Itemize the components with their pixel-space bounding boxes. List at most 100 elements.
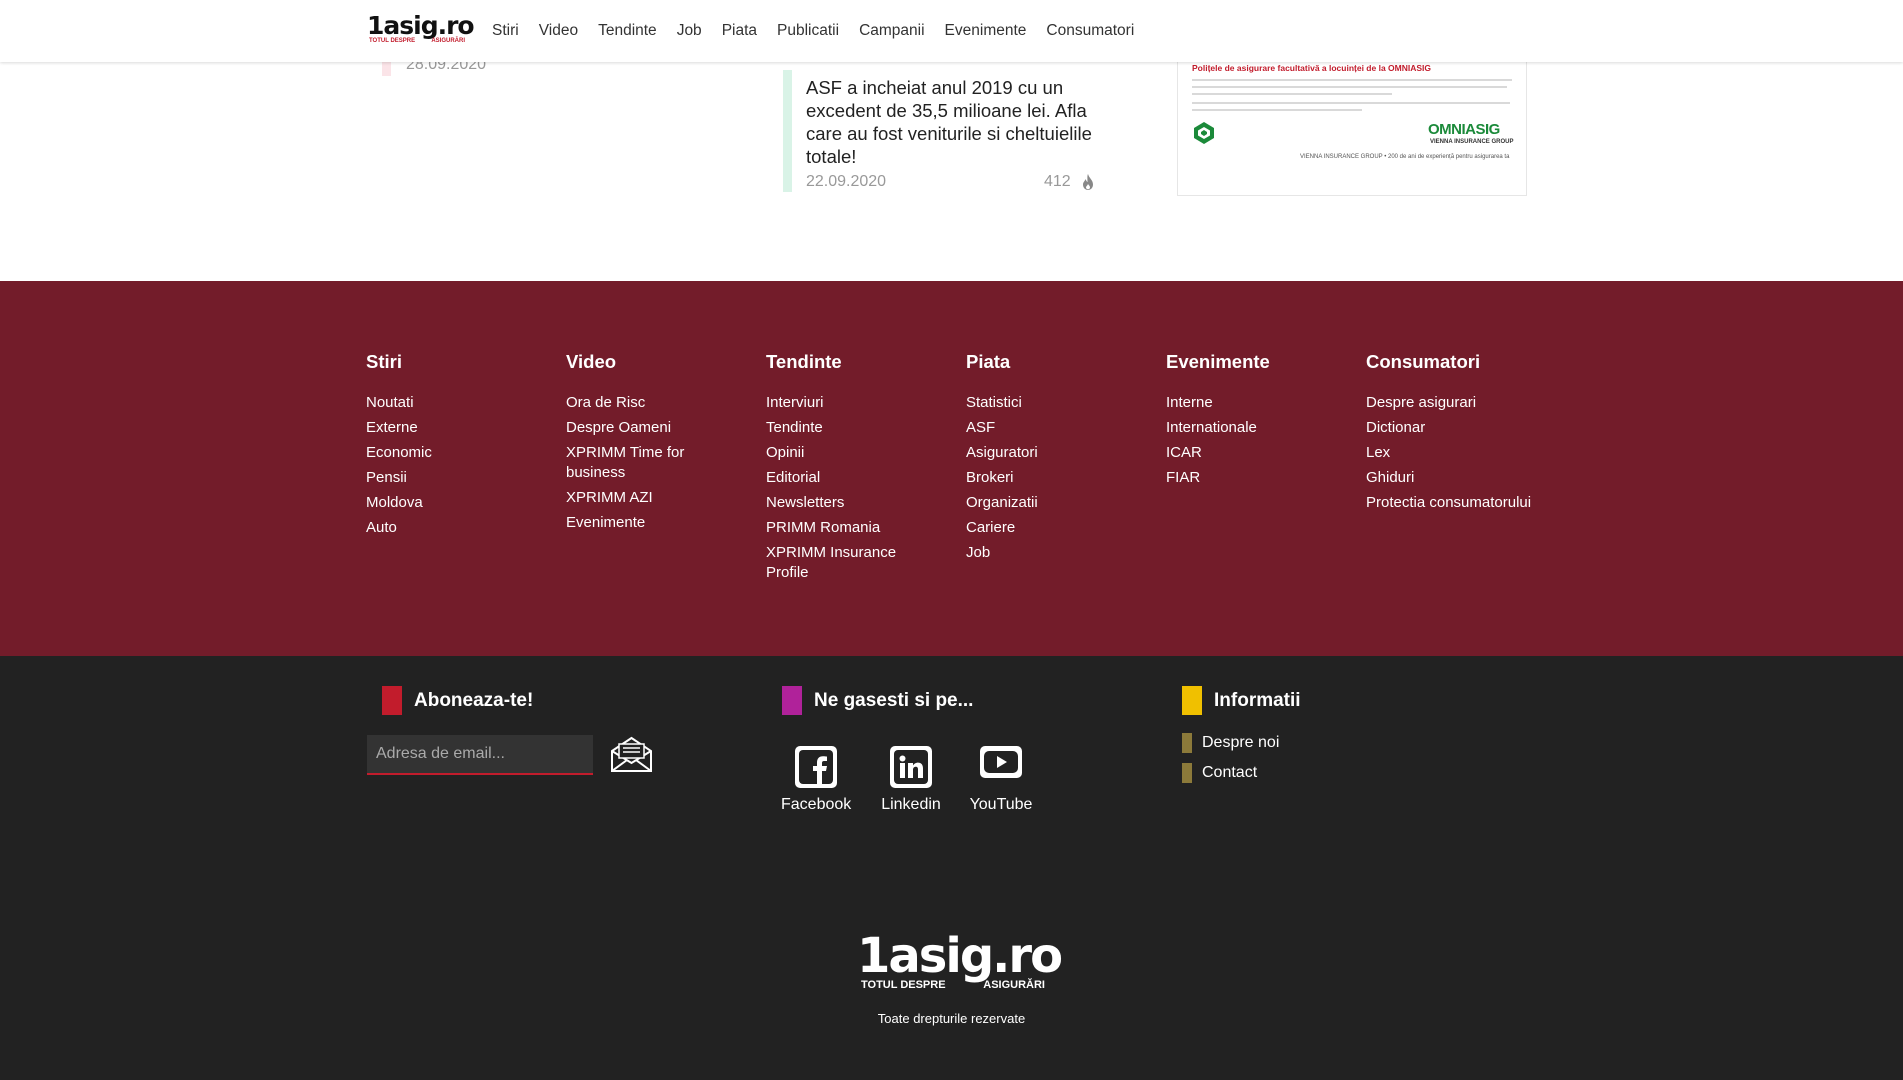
footer-link[interactable]: ICAR xyxy=(1166,443,1326,463)
footer-link[interactable]: Evenimente xyxy=(566,513,701,533)
advertisement-banner[interactable]: Polițele de asigurare facultativă a locu… xyxy=(1177,58,1527,196)
footer-link[interactable]: Editorial xyxy=(766,468,906,488)
nav-piata[interactable]: Piata xyxy=(722,21,757,41)
footer-link[interactable]: Statistici xyxy=(966,393,1126,413)
footer-link[interactable]: Interne xyxy=(1166,393,1326,413)
footer-column-title[interactable]: Consumatori xyxy=(1366,351,1556,373)
footer-logo-tagline-right: ASIGURĂRI xyxy=(983,979,1045,991)
footer-link[interactable]: PRIMM Romania xyxy=(766,518,906,538)
footer-link[interactable]: FIAR xyxy=(1166,468,1326,488)
nav-tendinte[interactable]: Tendinte xyxy=(598,21,657,41)
facebook-label: Facebook xyxy=(781,796,852,813)
article-views: 412 xyxy=(1044,173,1071,190)
logo-text: 1asig.ro xyxy=(367,11,475,40)
nav-consumatori[interactable]: Consumatori xyxy=(1046,21,1134,41)
footer-link[interactable]: Internationale xyxy=(1166,418,1326,438)
footer-link[interactable]: Lex xyxy=(1366,443,1556,463)
footer-column-title[interactable]: Tendinte xyxy=(766,351,906,373)
envelope-send-icon[interactable] xyxy=(609,735,654,773)
info-link-label: Contact xyxy=(1202,764,1258,781)
site-logo[interactable]: 1asig.ro TOTUL DESPRE ASIGURĂRI xyxy=(367,11,475,47)
footer-link[interactable]: Opinii xyxy=(766,443,906,463)
footer-column-video: Video Ora de Risc Despre Oameni XPRIMM T… xyxy=(566,351,701,538)
footer-column-evenimente: Evenimente Interne Internationale ICAR F… xyxy=(1166,351,1326,493)
social-title: Ne gasesti si pe... xyxy=(814,689,974,711)
youtube-link[interactable]: YouTube xyxy=(966,746,1036,814)
footer-column-tendinte: Tendinte Interviuri Tendinte Opinii Edit… xyxy=(766,351,906,588)
nav-video[interactable]: Video xyxy=(539,21,578,41)
footer-column-piata: Piata Statistici ASF Asiguratori Brokeri… xyxy=(966,351,1126,568)
footer-column-title[interactable]: Video xyxy=(566,351,701,373)
footer-link[interactable]: Despre Oameni xyxy=(566,418,701,438)
footer-link[interactable]: Job xyxy=(966,543,1126,563)
article-accent-bar xyxy=(783,70,792,192)
footer-link[interactable]: Organizatii xyxy=(966,493,1126,513)
footer-link[interactable]: Noutati xyxy=(366,393,526,413)
footer-link[interactable]: Externe xyxy=(366,418,526,438)
link-bullet xyxy=(1182,733,1192,753)
ad-text-line xyxy=(1192,79,1512,81)
nav-evenimente[interactable]: Evenimente xyxy=(945,21,1027,41)
footer-link[interactable]: Interviuri xyxy=(766,393,906,413)
footer-link[interactable]: Brokeri xyxy=(966,468,1126,488)
footer-column-title[interactable]: Stiri xyxy=(366,351,526,373)
section-accent-square xyxy=(382,686,402,715)
info-link-label: Despre noi xyxy=(1202,734,1280,751)
youtube-label: YouTube xyxy=(969,796,1033,813)
logo-tagline-right: ASIGURĂRI xyxy=(431,38,465,44)
footer-link[interactable]: Economic xyxy=(366,443,526,463)
ad-title: Polițele de asigurare facultativă a locu… xyxy=(1192,63,1432,73)
footer-link[interactable]: Newsletters xyxy=(766,493,906,513)
footer-link[interactable]: Ghiduri xyxy=(1366,468,1556,488)
linkedin-icon xyxy=(890,746,932,788)
article-title[interactable]: ASF a incheiat anul 2019 cu un excedent … xyxy=(806,76,1098,168)
nav-stiri[interactable]: Stiri xyxy=(492,21,519,41)
footer-link[interactable]: ASF xyxy=(966,418,1126,438)
footer-link[interactable]: XPRIMM AZI xyxy=(566,488,701,508)
article-date: 22.09.2020 xyxy=(806,173,887,190)
footer-link[interactable]: Dictionar xyxy=(1366,418,1556,438)
footer-column-consumatori: Consumatori Despre asigurari Dictionar L… xyxy=(1366,351,1556,518)
email-input[interactable] xyxy=(367,735,593,775)
footer-logo-text: 1asig.ro xyxy=(857,928,1063,984)
footer-link[interactable]: XPRIMM Insurance Profile xyxy=(766,543,906,583)
site-header: 1asig.ro TOTUL DESPRE ASIGURĂRI Stiri Vi… xyxy=(0,0,1903,62)
footer-link[interactable]: Ora de Risc xyxy=(566,393,701,413)
footer-link[interactable]: Cariere xyxy=(966,518,1126,538)
nav-campanii[interactable]: Campanii xyxy=(859,21,924,41)
nav-publicatii[interactable]: Publicatii xyxy=(777,21,839,41)
facebook-link[interactable]: Facebook xyxy=(781,746,851,814)
main-nav: Stiri Video Tendinte Job Piata Publicati… xyxy=(492,21,1154,41)
footer-logo[interactable]: 1asig.ro TOTUL DESPRE ASIGURĂRI xyxy=(857,928,1063,991)
omniasig-logo-icon xyxy=(1194,122,1214,144)
logo-tagline: TOTUL DESPRE ASIGURĂRI xyxy=(369,38,465,44)
footer-link[interactable]: XPRIMM Time for business xyxy=(566,443,701,483)
ad-text-line xyxy=(1192,102,1510,104)
footer-link[interactable]: Moldova xyxy=(366,493,526,513)
youtube-icon xyxy=(980,746,1022,778)
info-heading: Informatii xyxy=(1182,686,1301,715)
subscribe-heading: Aboneaza-te! xyxy=(382,686,533,715)
ad-brand-sub: VIENNA INSURANCE GROUP xyxy=(1430,139,1514,145)
info-link-despre-noi[interactable]: Despre noi xyxy=(1182,733,1279,753)
footer-link[interactable]: Pensii xyxy=(366,468,526,488)
footer-logo-tagline-left: TOTUL DESPRE xyxy=(861,979,946,991)
section-accent-square xyxy=(1182,686,1202,715)
footer-link[interactable]: Protectia consumatorului xyxy=(1366,493,1556,513)
copyright-text: Toate drepturile rezervate xyxy=(877,1011,1026,1026)
nav-job[interactable]: Job xyxy=(677,21,702,41)
footer-link[interactable]: Despre asigurari xyxy=(1366,393,1556,413)
fire-icon xyxy=(1083,174,1093,190)
info-link-contact[interactable]: Contact xyxy=(1182,763,1257,783)
footer-column-title[interactable]: Evenimente xyxy=(1166,351,1326,373)
footer-column-title[interactable]: Piata xyxy=(966,351,1126,373)
linkedin-link[interactable]: Linkedin xyxy=(876,746,946,814)
facebook-icon xyxy=(795,746,837,788)
link-bullet xyxy=(1182,763,1192,783)
footer-link[interactable]: Tendinte xyxy=(766,418,906,438)
ad-text-line xyxy=(1192,93,1392,95)
footer-link[interactable]: Auto xyxy=(366,518,526,538)
footer-link[interactable]: Asiguratori xyxy=(966,443,1126,463)
ad-text-line xyxy=(1192,86,1507,88)
footer-bottom-section: Aboneaza-te! Ne gasesti si pe... Faceboo… xyxy=(0,656,1903,1080)
